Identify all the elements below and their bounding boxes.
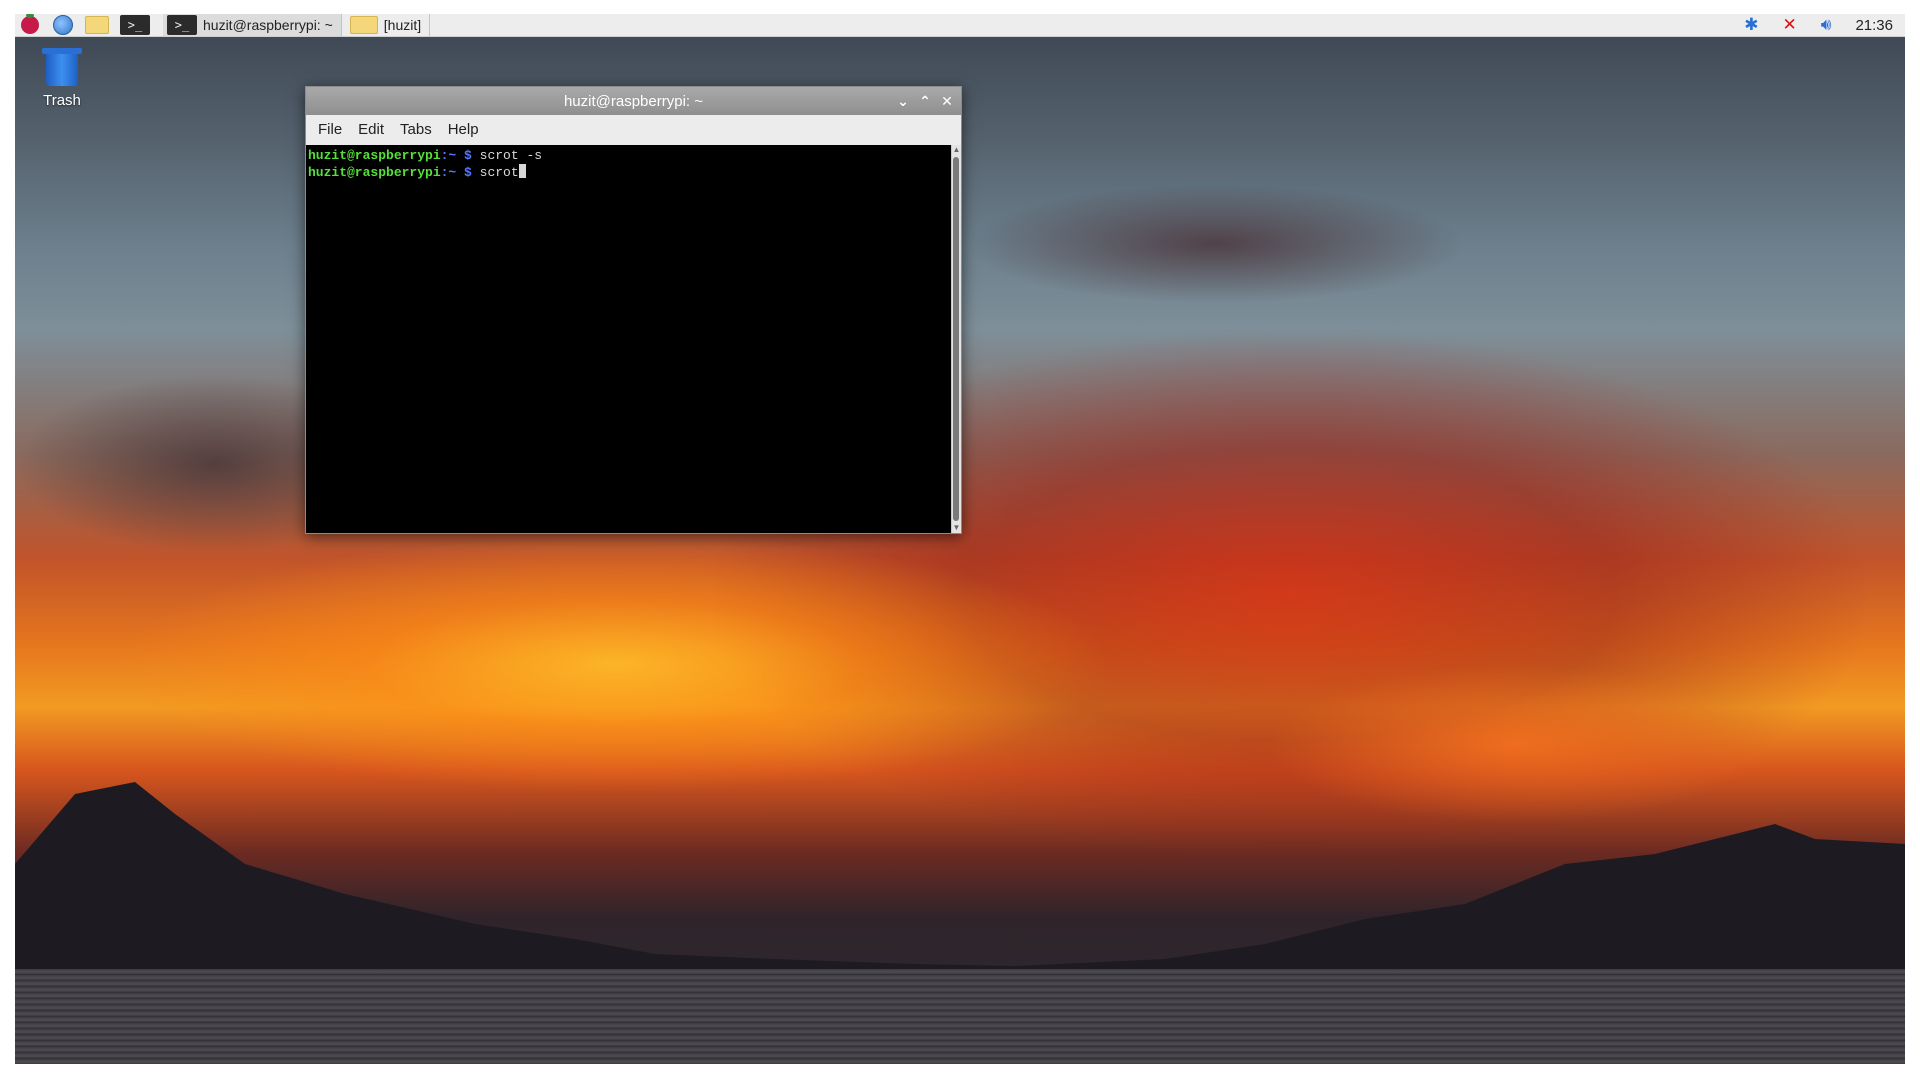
menu-tabs[interactable]: Tabs xyxy=(392,115,440,145)
terminal-line: huzit@raspberrypi:~ $ scrot xyxy=(308,164,949,181)
chevron-down-icon: ⌄ xyxy=(897,92,909,109)
trash-icon xyxy=(42,48,82,86)
scrollbar-thumb[interactable] xyxy=(953,157,959,521)
prompt-user: huzit@raspberrypi xyxy=(308,148,441,163)
menu-bar: File Edit Tabs Help xyxy=(306,115,961,145)
raspberry-menu-icon[interactable] xyxy=(15,14,43,36)
terminal-output[interactable]: huzit@raspberrypi:~ $ scrot -s huzit@ras… xyxy=(306,145,951,533)
command-text: scrot xyxy=(479,165,519,180)
text-cursor xyxy=(518,164,526,178)
command-text: scrot -s xyxy=(479,148,543,163)
desktop-screen: >_ >_ huzit@raspberrypi: ~ [huzit] ✱ ✕ 🔊… xyxy=(15,14,1905,1064)
prompt-user: huzit@raspberrypi xyxy=(308,165,441,180)
scroll-up-icon[interactable]: ▲ xyxy=(952,145,961,155)
window-title: huzit@raspberrypi: ~ xyxy=(563,92,704,110)
prompt-path: :~ $ xyxy=(440,148,480,163)
top-panel: >_ >_ huzit@raspberrypi: ~ [huzit] ✱ ✕ 🔊… xyxy=(15,14,1905,37)
menu-edit[interactable]: Edit xyxy=(350,115,392,145)
terminal-launcher-icon[interactable]: >_ xyxy=(117,14,153,36)
lake-water xyxy=(15,969,1905,1064)
close-button[interactable]: ✕ xyxy=(937,91,957,111)
maximize-button[interactable]: ⌃ xyxy=(915,91,935,111)
browser-launcher-icon[interactable] xyxy=(49,14,77,36)
taskbar-task-file-manager[interactable]: [huzit] xyxy=(346,14,431,36)
window-titlebar[interactable]: huzit@raspberrypi: ~ ⌄ ⌃ ✕ xyxy=(306,87,961,115)
taskbar-task-terminal[interactable]: >_ huzit@raspberrypi: ~ xyxy=(163,14,342,36)
menu-help[interactable]: Help xyxy=(440,115,487,145)
bluetooth-icon[interactable]: ✱ xyxy=(1744,14,1758,36)
terminal-window: huzit@raspberrypi: ~ ⌄ ⌃ ✕ File Edit Tab… xyxy=(305,86,962,534)
terminal-line: huzit@raspberrypi:~ $ scrot -s xyxy=(308,148,949,164)
desktop-icon-label: Trash xyxy=(43,92,81,109)
clock[interactable]: 21:36 xyxy=(1855,17,1893,34)
scroll-down-icon[interactable]: ▼ xyxy=(952,523,961,533)
taskbar-task-label: huzit@raspberrypi: ~ xyxy=(203,17,333,33)
taskbar-task-label: [huzit] xyxy=(383,17,422,33)
network-disconnected-icon[interactable]: ✕ xyxy=(1782,14,1796,36)
system-tray: ✱ ✕ 🔊︎ 21:36 xyxy=(1732,14,1893,36)
prompt-path: :~ $ xyxy=(440,165,480,180)
folder-icon xyxy=(349,16,378,34)
desktop-icon-trash[interactable]: Trash xyxy=(29,48,95,109)
chevron-up-icon: ⌃ xyxy=(919,92,931,109)
mountain-silhouette xyxy=(15,782,1905,984)
menu-file[interactable]: File xyxy=(310,115,350,145)
terminal-scrollbar[interactable]: ▲ ▼ xyxy=(951,145,961,533)
minimize-button[interactable]: ⌄ xyxy=(893,91,913,111)
file-manager-launcher-icon[interactable] xyxy=(83,14,111,36)
terminal-icon: >_ xyxy=(167,15,197,35)
volume-icon[interactable]: 🔊︎ xyxy=(1821,14,1832,36)
close-icon: ✕ xyxy=(941,92,953,109)
